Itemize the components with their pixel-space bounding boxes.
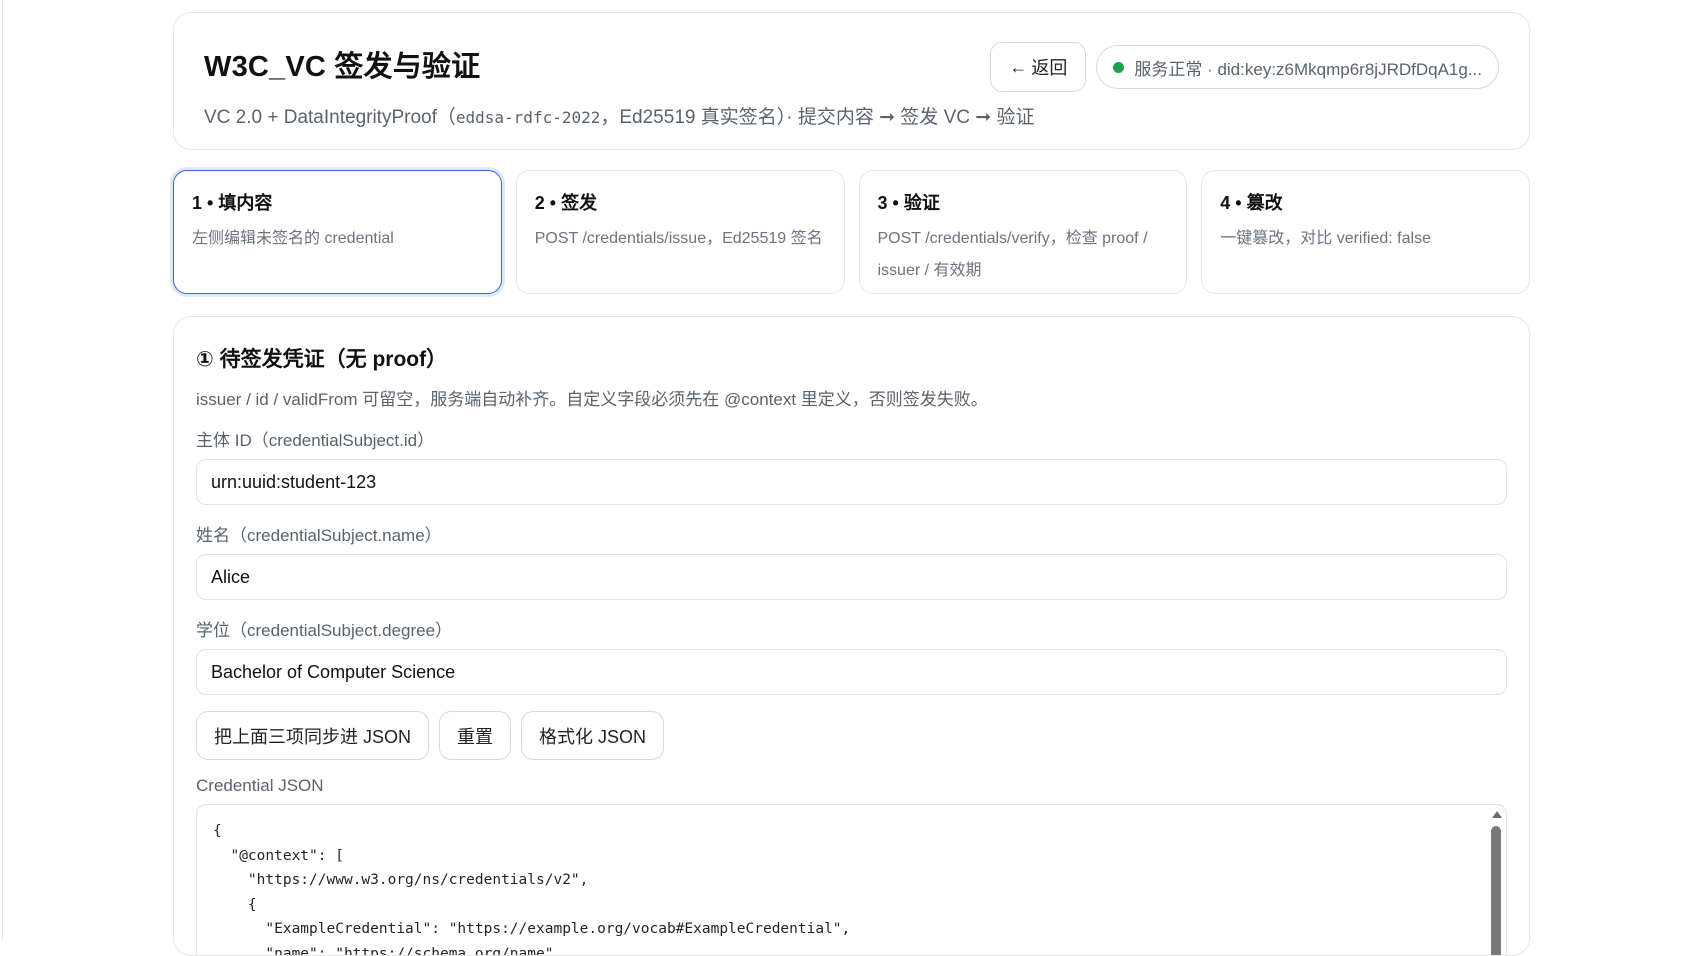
scroll-thumb[interactable] — [1491, 826, 1501, 955]
unsigned-credential-card: ① 待签发凭证（无 proof） issuer / id / validFrom… — [173, 316, 1530, 956]
reset-button[interactable]: 重置 — [439, 711, 512, 760]
step-desc: 一键篡改，对比 verified: false — [1220, 230, 1431, 247]
status-text: 服务正常 · did:key:z6Mkqmp6r8jJRDfDqA1g... — [1134, 59, 1482, 79]
steps-row: 1 • 填内容 左侧编辑未签名的 credential 2 • 签发 POST … — [173, 170, 1530, 294]
form-button-row: 把上面三项同步进 JSON 重置 格式化 JSON — [196, 711, 1507, 760]
credential-json-label: Credential JSON — [196, 776, 324, 795]
back-button[interactable]: ← 返回 — [990, 42, 1087, 92]
editor-scrollbar[interactable] — [1491, 811, 1502, 955]
service-status-badge: 服务正常 · did:key:z6Mkqmp6r8jJRDfDqA1g... — [1096, 45, 1499, 89]
status-dot-icon — [1113, 61, 1125, 73]
header-card: W3C_VC 签发与验证 VC 2.0 + DataIntegrityProof… — [173, 12, 1530, 150]
step-desc: POST /credentials/issue，Ed25519 签名 — [534, 230, 823, 247]
subtitle-prefix: VC 2.0 + DataIntegrityProof（ — [204, 107, 456, 128]
subtitle-suffix: ，Ed25519 真实签名）· 提交内容 ➞ 签发 VC ➞ 验证 — [600, 107, 1035, 128]
step-desc: 左侧编辑未签名的 credential — [192, 230, 394, 247]
step-issue[interactable]: 2 • 签发 POST /credentials/issue，Ed25519 签… — [515, 170, 845, 294]
subtitle-cryptosuite: eddsa-rdfc-2022 — [455, 108, 601, 127]
degree-label: 学位（credentialSubject.degree） — [196, 621, 453, 640]
degree-input[interactable] — [196, 649, 1507, 695]
format-json-button[interactable]: 格式化 JSON — [521, 711, 665, 760]
back-label: 返回 — [1031, 58, 1068, 78]
scroll-up-arrow-icon[interactable] — [1492, 811, 1502, 818]
step-title: 2 • 签发 — [534, 193, 598, 213]
step-desc: POST /credentials/verify，检查 proof / issu… — [877, 230, 1148, 279]
page-left-edge — [0, 0, 3, 940]
name-input[interactable] — [196, 554, 1507, 600]
page-subtitle: VC 2.0 + DataIntegrityProof（eddsa-rdfc-2… — [204, 102, 1499, 129]
section-title: ① 待签发凭证（无 proof） — [196, 348, 448, 371]
credential-json-editor[interactable]: { "@context": [ "https://www.w3.org/ns/c… — [196, 804, 1507, 956]
header-actions: ← 返回 服务正常 · did:key:z6Mkqmp6r8jJRDfDqA1g… — [990, 42, 1499, 92]
step-fill-content[interactable]: 1 • 填内容 左侧编辑未签名的 credential — [173, 170, 502, 294]
sync-to-json-button[interactable]: 把上面三项同步进 JSON — [196, 711, 430, 760]
subject-id-label: 主体 ID（credentialSubject.id） — [196, 431, 435, 450]
step-tamper[interactable]: 4 • 篡改 一键篡改，对比 verified: false — [1201, 170, 1530, 294]
subject-id-input[interactable] — [196, 459, 1507, 505]
step-title: 4 • 篡改 — [1220, 193, 1283, 213]
main-container: W3C_VC 签发与验证 VC 2.0 + DataIntegrityProof… — [173, 12, 1530, 956]
section-hint: issuer / id / validFrom 可留空，服务端自动补齐。自定义字… — [196, 390, 988, 409]
step-verify[interactable]: 3 • 验证 POST /credentials/verify，检查 proof… — [858, 170, 1188, 294]
name-label: 姓名（credentialSubject.name） — [196, 526, 442, 545]
back-arrow-icon: ← — [1009, 56, 1028, 77]
step-title: 3 • 验证 — [877, 193, 940, 213]
step-title: 1 • 填内容 — [192, 193, 273, 213]
credential-json-text: { "@context": [ "https://www.w3.org/ns/c… — [213, 823, 851, 956]
